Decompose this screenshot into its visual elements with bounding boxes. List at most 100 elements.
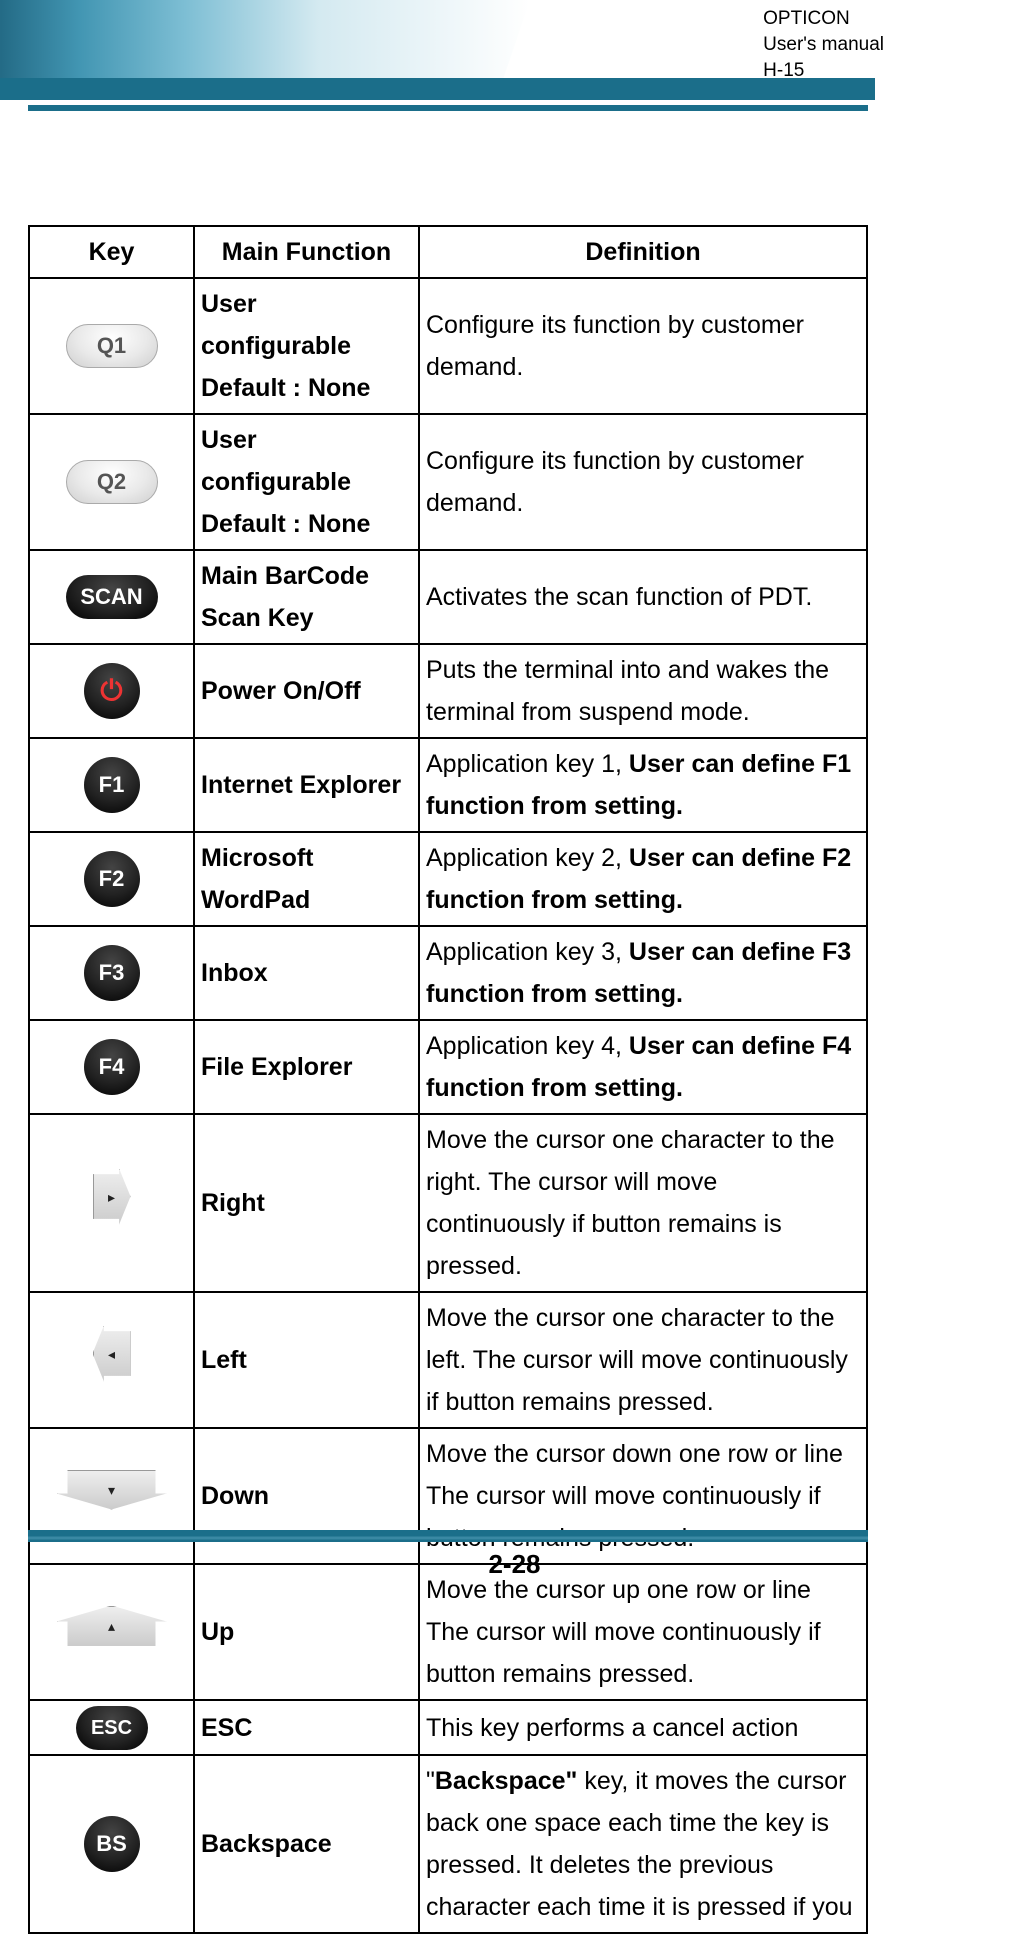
definition-text: . — [516, 489, 523, 517]
definition-cell: Application key 2, User can define F2 fu… — [419, 832, 867, 926]
page-number: 2-28 — [0, 1549, 1029, 1580]
definition-cell: Puts the terminal into and wakes the ter… — [419, 644, 867, 738]
definition-text: Application key 3, — [426, 938, 629, 966]
key-cell: F1 — [29, 738, 194, 832]
header-model: H-15 — [763, 58, 884, 84]
definition-text: This key performs a cancel action — [426, 1714, 798, 1742]
key-cell — [29, 1564, 194, 1700]
table-row: BSBackspace"Backspace" key, it moves the… — [29, 1755, 867, 1933]
key-cell: F3 — [29, 926, 194, 1020]
definition-cell: Application key 4, User can define F4 fu… — [419, 1020, 867, 1114]
table-row: Up Move the cursor up one row or line The… — [29, 1564, 867, 1700]
function-line: Up — [201, 1611, 412, 1653]
definition-cell: Move the cursor one character to the rig… — [419, 1114, 867, 1292]
definition-cell: Application key 3, User can define F3 fu… — [419, 926, 867, 1020]
definition-text: Move the cursor one character to the rig… — [426, 1126, 835, 1280]
header-brand: OPTICON — [763, 6, 884, 32]
function-line: Main BarCode — [201, 555, 412, 597]
table-row: ⏻Power On/OffPuts the terminal into and … — [29, 644, 867, 738]
key-cell: Q1 — [29, 278, 194, 414]
col-header-function: Main Function — [194, 226, 419, 278]
function-line: Microsoft — [201, 837, 412, 879]
function-cell: Backspace — [194, 1755, 419, 1933]
table-row: Right Move the cursor one character to th… — [29, 1114, 867, 1292]
header-title: User's manual — [763, 32, 884, 58]
definition-cell: Application key 1, User can define F1 fu… — [419, 738, 867, 832]
function-cell: ESC — [194, 1700, 419, 1755]
key-cell — [29, 1114, 194, 1292]
definition-text: Configure its function by — [426, 447, 701, 475]
key-icon: Q1 — [66, 324, 158, 368]
key-icon: BS — [84, 1816, 140, 1872]
table-row: Q2User configurableDefault : NoneConfigu… — [29, 414, 867, 550]
key-cell: ESC — [29, 1700, 194, 1755]
key-icon: ESC — [76, 1706, 148, 1750]
definition-cell: Activates the scan function of PDT. — [419, 550, 867, 644]
function-cell: User configurableDefault : None — [194, 414, 419, 550]
function-line: ESC — [201, 1707, 412, 1749]
definition-text: Puts the terminal into and wakes the ter… — [426, 656, 829, 726]
table-row: F4 File ExplorerApplication key 4, User c… — [29, 1020, 867, 1114]
definition-text: " — [426, 1767, 435, 1795]
function-cell: Left — [194, 1292, 419, 1428]
function-line: Default : None — [201, 367, 412, 409]
header-strip — [0, 78, 875, 100]
definition-cell: Configure its function by customer deman… — [419, 278, 867, 414]
function-line: Right — [201, 1182, 412, 1224]
table-row: F3 InboxApplication key 3, User can defin… — [29, 926, 867, 1020]
key-icon — [57, 1470, 167, 1510]
table-row: Left Move the cursor one character to the… — [29, 1292, 867, 1428]
key-cell: ⏻ — [29, 644, 194, 738]
col-header-definition: Definition — [419, 226, 867, 278]
definition-cell: Configure its function by customer deman… — [419, 414, 867, 550]
function-cell: Right — [194, 1114, 419, 1292]
definition-text: Move the cursor one character to the lef… — [426, 1304, 848, 1416]
definition-cell: Move the cursor one character to the lef… — [419, 1292, 867, 1428]
definition-text: Configure its function by — [426, 311, 701, 339]
definition-bold: Backspace" — [435, 1767, 578, 1795]
col-header-key: Key — [29, 226, 194, 278]
key-icon: F3 — [84, 945, 140, 1001]
function-line: Left — [201, 1339, 412, 1381]
table-row: F2 MicrosoftWordPadApplication key 2, Use… — [29, 832, 867, 926]
key-icon: F2 — [84, 851, 140, 907]
function-line: Default : None — [201, 503, 412, 545]
divider-bottom — [28, 1530, 868, 1542]
definition-text: Move the cursor up one row or line The c… — [426, 1576, 821, 1688]
key-icon: F1 — [84, 757, 140, 813]
function-line: Backspace — [201, 1823, 412, 1865]
header-banner-graphic — [0, 0, 530, 78]
key-cell: BS — [29, 1755, 194, 1933]
definition-text: Application key 1, — [426, 750, 629, 778]
definition-text: Application key 2, — [426, 844, 629, 872]
key-icon: F4 — [84, 1039, 140, 1095]
key-icon: Q2 — [66, 460, 158, 504]
key-icon: ⏻ — [84, 663, 140, 719]
table-header-row: Key Main Function Definition — [29, 226, 867, 278]
table-row: SCANMain BarCodeScan KeyActivates the sc… — [29, 550, 867, 644]
definition-text: Activates the scan function of PDT. — [426, 583, 812, 611]
key-cell — [29, 1428, 194, 1564]
function-cell: MicrosoftWordPad — [194, 832, 419, 926]
key-cell: F2 — [29, 832, 194, 926]
table-row: F1 Internet ExplorerApplication key 1, Us… — [29, 738, 867, 832]
key-function-table: Key Main Function Definition Q1 User conf… — [28, 225, 868, 1934]
page-header: OPTICON User's manual H-15 — [0, 0, 1029, 100]
key-icon — [93, 1326, 131, 1382]
function-cell: File Explorer — [194, 1020, 419, 1114]
definition-cell: Move the cursor up one row or line The c… — [419, 1564, 867, 1700]
key-cell: F4 — [29, 1020, 194, 1114]
function-line: Inbox — [201, 952, 412, 994]
table-row: ESC ESC This key performs a cancel action — [29, 1700, 867, 1755]
key-icon — [93, 1169, 131, 1225]
function-line: WordPad — [201, 879, 412, 921]
function-cell: User configurableDefault : None — [194, 278, 419, 414]
table-row: DownMove the cursor down one row or line… — [29, 1428, 867, 1564]
function-line: User configurable — [201, 419, 412, 503]
function-cell: Internet Explorer — [194, 738, 419, 832]
function-cell: Up — [194, 1564, 419, 1700]
key-cell: SCAN — [29, 550, 194, 644]
definition-text: . — [516, 353, 523, 381]
key-cell: Q2 — [29, 414, 194, 550]
function-line: User configurable — [201, 283, 412, 367]
